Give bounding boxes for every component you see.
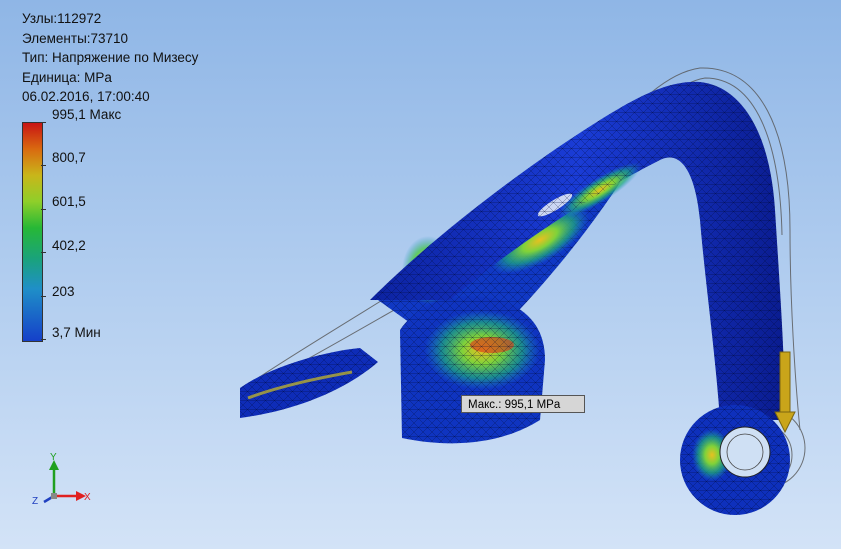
y-label: Y <box>50 452 57 463</box>
legend-label: 402,2 <box>52 238 86 253</box>
analysis-info: Узлы:112972 Элементы:73710 Тип: Напряжен… <box>22 9 198 107</box>
legend-label: 203 <box>52 284 75 299</box>
nodes-count: Узлы:112972 <box>22 11 102 26</box>
view-triad[interactable]: Y X Z <box>26 448 106 518</box>
mesh-pedestal <box>400 296 545 444</box>
legend-label: 800,7 <box>52 150 86 165</box>
legend-tick <box>41 252 46 253</box>
legend-label: 601,5 <box>52 194 86 209</box>
legend-tick <box>41 339 46 340</box>
legend-max-label: 995,1 Макс <box>52 107 122 122</box>
legend-tick <box>41 122 46 123</box>
result-unit: Единица: MPa <box>22 69 112 85</box>
stress-color-bar[interactable] <box>22 122 43 342</box>
legend-tick <box>41 296 46 297</box>
triad-origin <box>51 493 57 499</box>
x-label: X <box>84 492 91 503</box>
graphics-viewport[interactable]: Узлы:112972 Элементы:73710 Тип: Напряжен… <box>0 0 841 549</box>
mesh-eye-ring <box>680 405 790 515</box>
legend-min-label: 3,7 Мин <box>52 325 101 340</box>
z-label: Z <box>32 496 38 507</box>
result-timestamp: 06.02.2016, 17:00:40 <box>22 89 150 104</box>
legend-tick <box>41 209 46 210</box>
result-type: Тип: Напряжение по Мизесу <box>22 50 199 65</box>
legend-tick <box>41 165 46 166</box>
max-value-probe[interactable]: Макс.: 995,1 MPa <box>461 395 585 413</box>
mesh-left-foot <box>240 348 378 418</box>
elements-count: Элементы:73710 <box>22 30 129 46</box>
